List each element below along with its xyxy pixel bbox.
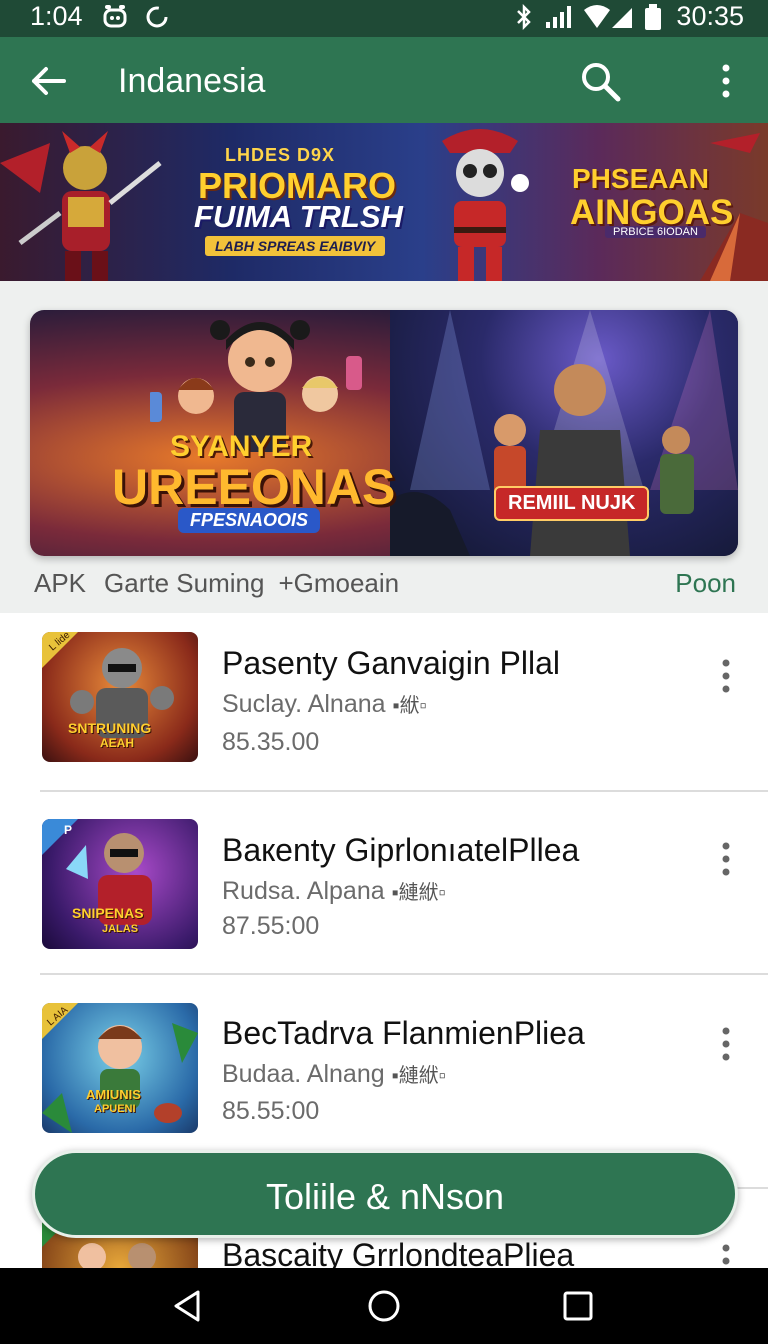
search-icon[interactable]	[578, 59, 622, 103]
thumb-subtitle: APUENI	[94, 1103, 136, 1115]
install-button[interactable]: Toliile & nNson	[32, 1150, 738, 1238]
list-divider	[40, 790, 768, 792]
list-divider	[40, 973, 768, 975]
app-thumbnail: P SNIPENAS JALAS	[42, 819, 198, 949]
meta-extra: +Gmoeain	[278, 568, 400, 598]
warrior-illustration	[0, 131, 162, 281]
thumb-subtitle: JALAS	[102, 923, 139, 935]
list-item[interactable]: L lide SNTRUNING AEAH Pasenty Ganvaigin …	[0, 613, 768, 797]
rating-badges: ▪縺絥▫	[391, 1065, 446, 1087]
alarm-icon	[103, 5, 127, 28]
developer-name: Suclay. Alnana	[222, 690, 386, 718]
home-circle-icon[interactable]	[364, 1286, 404, 1326]
thumb-badge: P	[64, 823, 73, 837]
list-item[interactable]: L AIA AMIUNIS APUENI BecTadrva FlanmienP…	[0, 983, 768, 1167]
banner-kicker: LHDES D9X	[225, 145, 336, 165]
banner-tag: LABH SPREAS EAIBVIY	[205, 236, 386, 256]
app-price: 85.35.00	[222, 728, 320, 756]
app-thumbnail: L lide SNTRUNING AEAH	[42, 632, 198, 762]
page-title: Indanesia	[118, 62, 266, 100]
featured-section: SYANYER UREEONAS FPESNAOOIS REMIIL NUJK …	[0, 281, 768, 613]
app-price: 85.55:00	[222, 1097, 320, 1125]
featured-more-link[interactable]: Poon	[675, 568, 736, 599]
system-nav-bar	[0, 1268, 768, 1344]
status-clock: 30:35	[676, 1, 744, 31]
featured-cta-button[interactable]: REMIIL NUJK	[494, 486, 650, 521]
back-triangle-icon[interactable]	[168, 1286, 208, 1326]
app-developer: Suclay. Alnana ▪絥▫	[222, 689, 427, 719]
featured-banner[interactable]: SYANYER UREEONAS FPESNAOOIS REMIIL NUJK	[30, 310, 738, 556]
status-time: 1:04	[30, 1, 83, 31]
app-name[interactable]: Baкenty GiprlonıatelPllea	[222, 832, 579, 869]
promo-banner[interactable]: LHDES D9X PRIOMARO FUIMA TRLSH LABH SPRE…	[0, 123, 768, 281]
app-price: 87.55:00	[222, 912, 320, 940]
app-thumbnail: L AIA AMIUNIS APUENI	[42, 1003, 198, 1133]
sync-icon	[146, 6, 168, 28]
thumb-title: AMIUNIS	[86, 1087, 141, 1102]
thumb-title: SNTRUNING	[68, 720, 152, 736]
item-menu-icon[interactable]	[716, 1243, 736, 1268]
rating-badges: ▪縺絥▫	[391, 882, 446, 904]
developer-name: Budaa. Alnang	[222, 1060, 385, 1088]
item-menu-icon[interactable]	[716, 658, 736, 694]
signal-icon	[546, 6, 571, 28]
item-menu-icon[interactable]	[716, 1026, 736, 1062]
pirate-illustration	[442, 129, 529, 281]
banner-right-title-1: PHSEAAN	[572, 163, 709, 194]
rating-badges: ▪絥▫	[392, 695, 427, 717]
app-name[interactable]: Bascaity GrrlondteaPliea	[222, 1237, 574, 1268]
featured-subtitle: FPESNAOOIS	[178, 508, 321, 533]
featured-meta: APK Garte Suming +Gmoeain	[34, 568, 399, 599]
app-developer: Budaa. Alnang ▪縺絥▫	[222, 1059, 446, 1089]
list-item[interactable]: P SNIPENAS JALAS Baкenty GiprlonıatelPll…	[0, 800, 768, 984]
recents-square-icon[interactable]	[558, 1286, 598, 1326]
banner-right-tag: PRBICE 6IODAN	[605, 226, 706, 238]
meta-category: Garte Suming	[104, 568, 265, 598]
bluetooth-icon	[517, 4, 531, 30]
thumb-subtitle: AEAH	[100, 736, 135, 750]
back-arrow-icon[interactable]	[28, 61, 68, 101]
status-bar: 1:04 30:35	[0, 0, 768, 37]
banner-title-2: FUIMA TRLSH	[194, 199, 403, 234]
app-bar: Indanesia	[0, 37, 768, 123]
tent-illustration	[700, 133, 768, 281]
meta-tag-apk: APK	[34, 568, 87, 598]
item-menu-icon[interactable]	[716, 841, 736, 877]
thumb-title: SNIPENAS	[72, 905, 144, 921]
app-developer: Rudsa. Alpana ▪縺絥▫	[222, 876, 446, 906]
battery-icon	[645, 4, 661, 30]
more-vert-icon[interactable]	[716, 63, 736, 99]
wifi-icon	[584, 5, 632, 28]
app-name[interactable]: Pasenty Ganvaigin Pllal	[222, 645, 560, 682]
app-name[interactable]: BecTadrva FlanmienPliea	[222, 1015, 585, 1052]
developer-name: Rudsa. Alpana	[222, 877, 385, 905]
